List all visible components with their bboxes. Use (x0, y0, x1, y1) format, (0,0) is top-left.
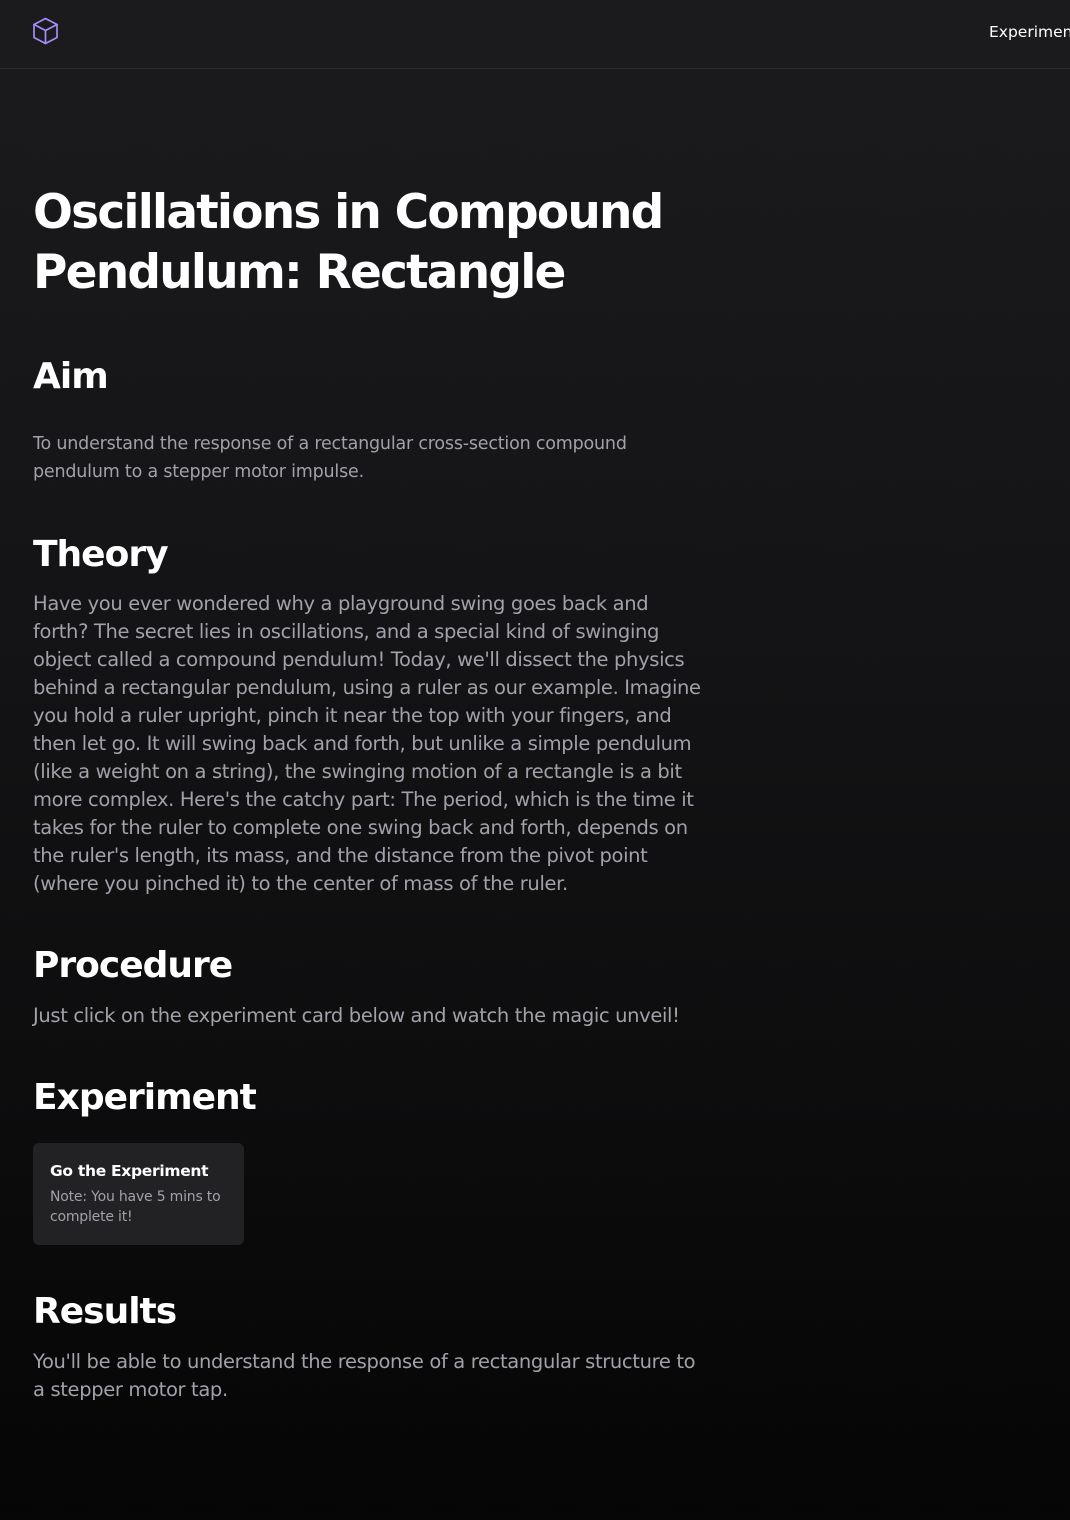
page-title: Oscillations in Compound Pendulum: Recta… (33, 185, 664, 300)
top-navigation-bar: Experiment (0, 0, 1070, 69)
theory-text: Have you ever wondered why a playground … (33, 592, 701, 895)
experiment-card[interactable]: Go the Experiment Note: You have 5 mins … (33, 1143, 244, 1245)
aim-heading: Aim (33, 356, 109, 397)
experiment-card-note: Note: You have 5 mins to complete it! (50, 1189, 221, 1225)
results-heading: Results (33, 1291, 177, 1332)
theory-heading: Theory (33, 534, 169, 575)
nav-link-experiment[interactable]: Experiment (989, 22, 1070, 42)
experiment-heading: Experiment (33, 1077, 257, 1118)
experiment-card-title: Go the Experiment (50, 1162, 209, 1180)
cube-icon[interactable] (31, 16, 60, 46)
results-text: You'll be able to understand the respons… (33, 1350, 696, 1401)
aim-text: To understand the response of a rectangu… (33, 434, 627, 482)
procedure-text: Just click on the experiment card below … (33, 1004, 680, 1027)
procedure-heading: Procedure (33, 945, 233, 986)
